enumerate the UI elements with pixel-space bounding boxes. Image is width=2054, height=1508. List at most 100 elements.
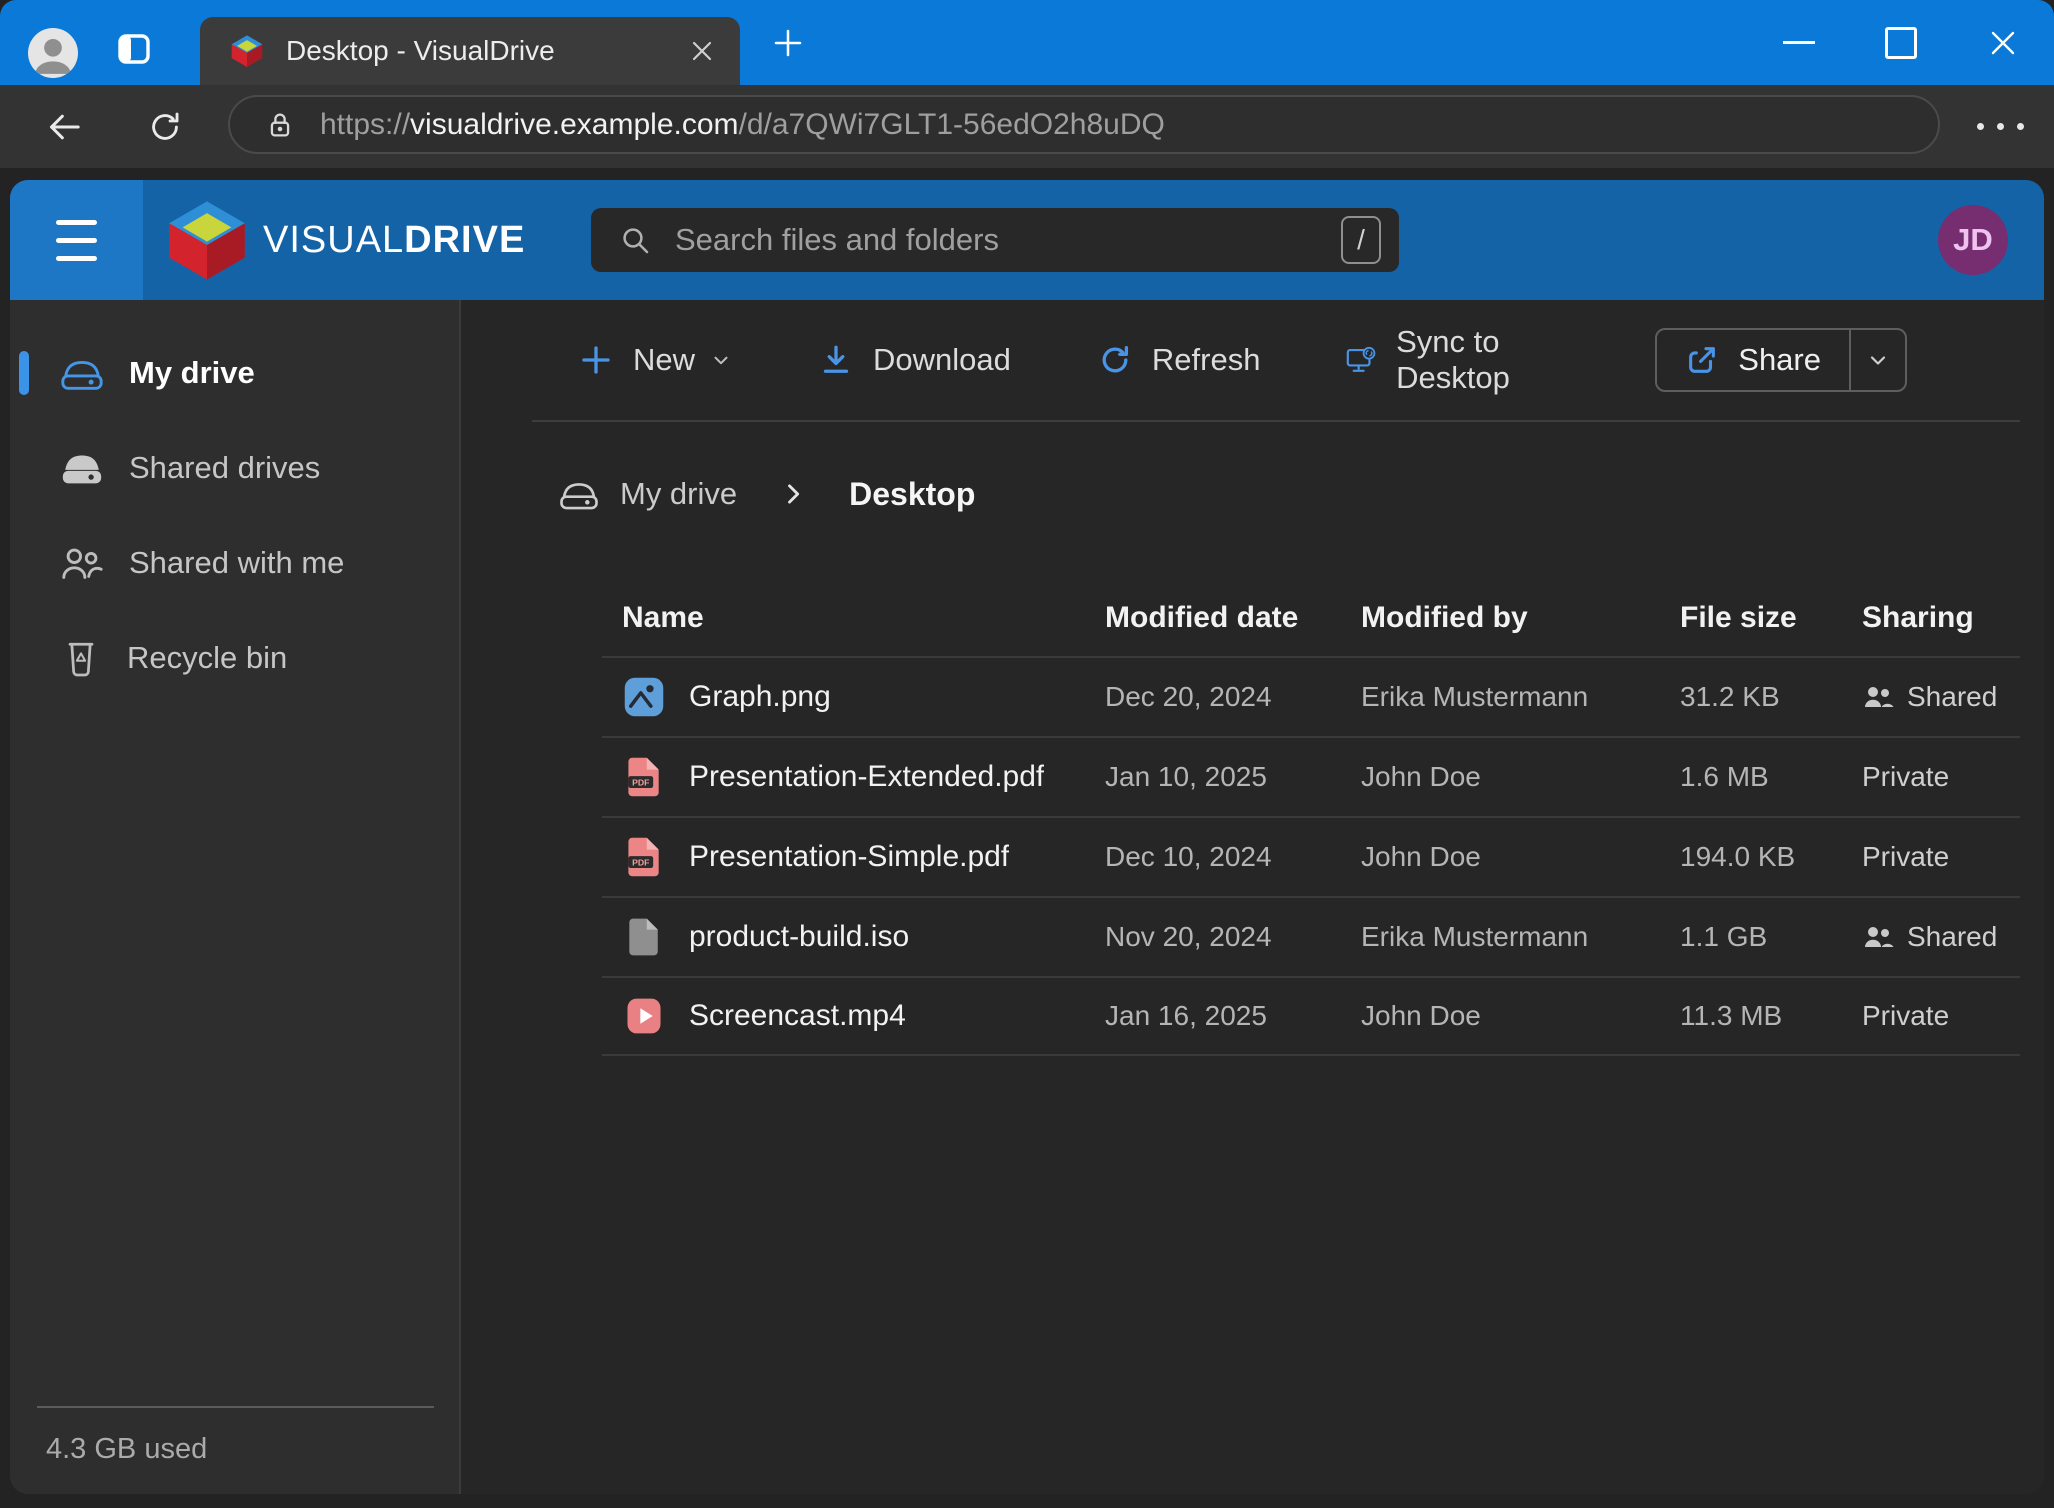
sidebar-item-recycle-bin[interactable]: Recycle bin: [10, 627, 459, 689]
file-size: 1.6 MB: [1680, 761, 1862, 793]
tab-preview-icon[interactable]: [118, 34, 150, 64]
user-avatar[interactable]: JD: [1938, 205, 2008, 275]
url-path: /d/a7QWi7GLT1-56edO2h8uDQ: [739, 108, 1165, 141]
video-file-icon: [622, 994, 666, 1038]
refresh-icon: [1097, 342, 1133, 378]
file-size: 1.1 GB: [1680, 921, 1862, 953]
share-menu-button[interactable]: [1849, 330, 1905, 390]
share-icon: [1685, 343, 1719, 377]
column-header-sharing[interactable]: Sharing: [1862, 601, 2020, 635]
download-button[interactable]: Download: [818, 342, 1011, 378]
minimize-icon: [1783, 41, 1815, 44]
pdf-file-icon: PDF: [622, 755, 666, 799]
sharing-status: Private: [1862, 1000, 1949, 1032]
browser-tab[interactable]: Desktop - VisualDrive: [200, 17, 740, 85]
app-header: VISUALDRIVE / JD: [10, 180, 2044, 300]
share-button[interactable]: Share: [1657, 330, 1849, 390]
table-row[interactable]: PDF Presentation-Extended.pdf Jan 10, 20…: [602, 736, 2020, 816]
sidebar-divider: [37, 1406, 434, 1408]
shared-people-icon: [1862, 923, 1894, 951]
url-text: https://visualdrive.example.com/d/a7QWi7…: [320, 108, 1165, 142]
action-toolbar: New Download: [461, 300, 2044, 420]
browser-profile-avatar[interactable]: [28, 28, 78, 78]
modified-date: Jan 10, 2025: [1105, 761, 1361, 793]
chevron-down-icon: [1866, 348, 1890, 372]
breadcrumb: My drive Desktop: [558, 472, 2044, 516]
pdf-badge: PDF: [632, 777, 649, 787]
app-logo-icon[interactable]: [165, 198, 249, 282]
url-scheme: https://: [320, 108, 410, 141]
toolbar-divider: [532, 420, 2020, 422]
close-icon: [1988, 28, 2018, 58]
lock-icon: [266, 110, 294, 140]
sync-to-desktop-button[interactable]: Sync to Desktop: [1346, 324, 1569, 396]
brand-second: DRIVE: [404, 219, 525, 262]
hamburger-icon: [56, 256, 97, 261]
column-header-file-size[interactable]: File size: [1680, 601, 1862, 635]
modified-date: Nov 20, 2024: [1105, 921, 1361, 953]
sharing-status: Shared: [1907, 681, 1997, 713]
maximize-button[interactable]: [1850, 0, 1952, 85]
new-tab-button[interactable]: [772, 27, 804, 59]
file-name: Graph.png: [689, 680, 831, 714]
hamburger-icon: [56, 238, 97, 243]
breadcrumb-root[interactable]: My drive: [620, 476, 737, 512]
sharing-status: Private: [1862, 841, 1949, 873]
breadcrumb-current[interactable]: Desktop: [849, 476, 975, 513]
browser-menu-button[interactable]: [1977, 123, 2024, 130]
sync-label: Sync to Desktop: [1396, 324, 1569, 396]
sidebar-item-label: Shared with me: [129, 545, 344, 581]
sidebar-item-shared-with-me[interactable]: Shared with me: [10, 532, 459, 594]
visualdrive-app: VISUALDRIVE / JD: [10, 180, 2044, 1494]
column-header-modified-date[interactable]: Modified date: [1105, 601, 1361, 635]
hamburger-icon: [56, 220, 97, 225]
url-bar[interactable]: https://visualdrive.example.com/d/a7QWi7…: [228, 95, 1940, 154]
maximize-icon: [1885, 27, 1917, 59]
sidebar-item-shared-drives[interactable]: Shared drives: [10, 437, 459, 499]
reload-button[interactable]: [146, 108, 184, 146]
column-header-modified-by[interactable]: Modified by: [1361, 601, 1680, 635]
new-label: New: [633, 342, 695, 378]
modified-date: Dec 10, 2024: [1105, 841, 1361, 873]
modified-date: Dec 20, 2024: [1105, 681, 1361, 713]
active-indicator: [19, 351, 29, 395]
recycle-bin-icon: [59, 636, 103, 680]
new-button[interactable]: New: [578, 342, 732, 378]
chevron-down-icon: [710, 349, 732, 371]
table-row[interactable]: Screencast.mp4 Jan 16, 2025 John Doe 11.…: [602, 976, 2020, 1056]
column-header-name[interactable]: Name: [622, 601, 1105, 635]
main-content: New Download: [461, 300, 2044, 1494]
back-button[interactable]: [44, 107, 84, 147]
dot-icon: [1977, 123, 1984, 130]
table-row[interactable]: product-build.iso Nov 20, 2024 Erika Mus…: [602, 896, 2020, 976]
pdf-file-icon: PDF: [622, 835, 666, 879]
file-name: product-build.iso: [689, 920, 909, 954]
tab-title: Desktop - VisualDrive: [286, 35, 555, 67]
search-bar[interactable]: /: [591, 208, 1399, 272]
table-row[interactable]: PDF Presentation-Simple.pdf Dec 10, 2024…: [602, 816, 2020, 896]
search-shortcut-hint: /: [1341, 216, 1381, 264]
file-table: Name Modified date Modified by File size…: [602, 580, 2020, 1056]
modified-by: Erika Mustermann: [1361, 921, 1680, 953]
menu-button[interactable]: [10, 180, 143, 300]
sharing-status: Private: [1862, 761, 1949, 793]
table-header: Name Modified date Modified by File size…: [602, 580, 2020, 656]
sidebar-item-my-drive[interactable]: My drive: [10, 342, 459, 404]
search-input[interactable]: [673, 221, 1341, 259]
refresh-button[interactable]: Refresh: [1097, 342, 1261, 378]
tab-close-icon[interactable]: [690, 39, 714, 63]
sidebar-item-label: Recycle bin: [127, 640, 287, 676]
close-button[interactable]: [1952, 0, 2054, 85]
browser-titlebar: Desktop - VisualDrive: [0, 0, 2054, 85]
modified-date: Jan 16, 2025: [1105, 1000, 1361, 1032]
storage-used-label: 4.3 GB used: [46, 1433, 207, 1466]
minimize-button[interactable]: [1748, 0, 1850, 85]
download-icon: [818, 342, 854, 378]
table-row[interactable]: Graph.png Dec 20, 2024 Erika Mustermann …: [602, 656, 2020, 736]
generic-file-icon: [622, 915, 666, 959]
window-controls: [1748, 0, 2054, 85]
drive-icon: [59, 353, 105, 393]
browser-navbar: https://visualdrive.example.com/d/a7QWi7…: [0, 85, 2054, 168]
download-label: Download: [873, 342, 1011, 378]
modified-by: John Doe: [1361, 761, 1680, 793]
